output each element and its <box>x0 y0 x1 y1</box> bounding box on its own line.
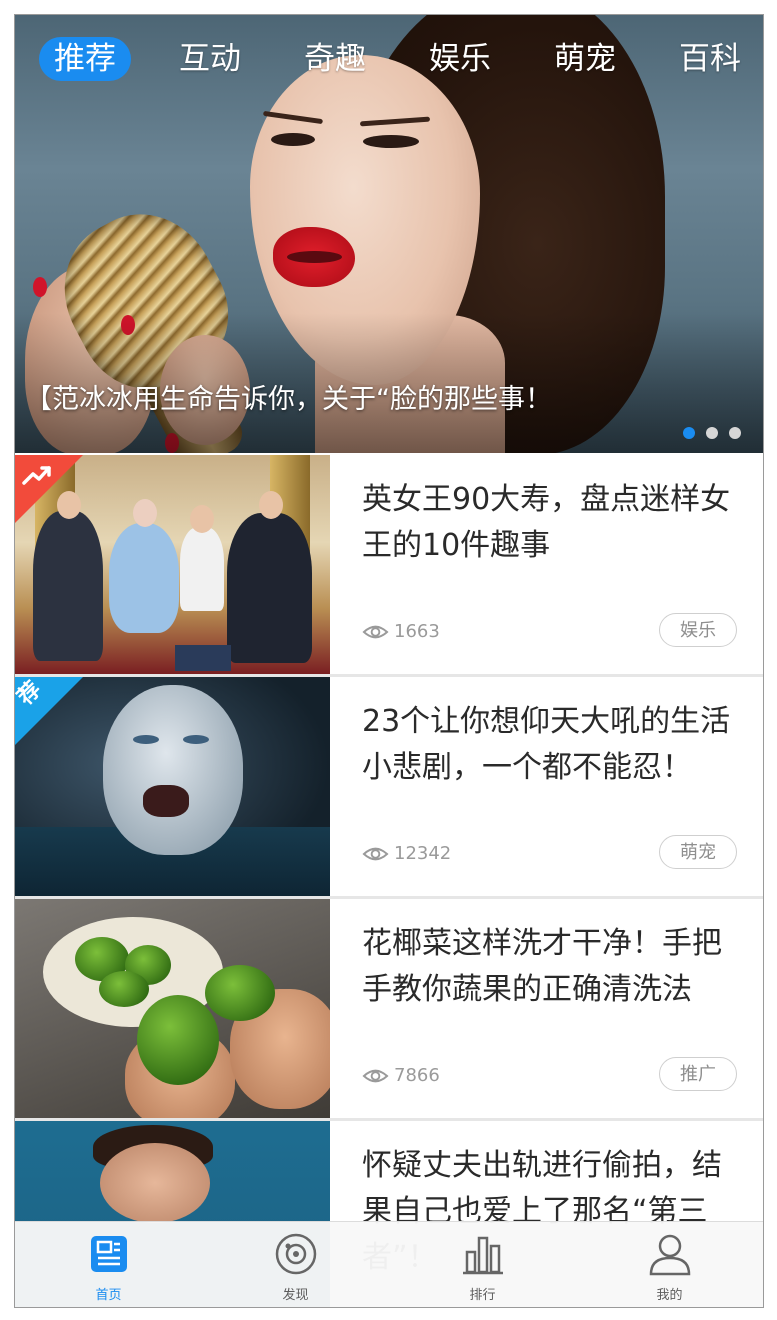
carousel-dot[interactable] <box>683 427 695 439</box>
app-screen: 推荐 互动 奇趣 娱乐 萌宠 百科 【范冰冰用生命告诉你，关于“脸的那些事！ 英… <box>14 14 764 1308</box>
article-title[interactable]: 23个让你想仰天大吼的生活小悲剧，一个都不能忍！ <box>362 699 747 791</box>
hero-banner[interactable]: 推荐 互动 奇趣 娱乐 萌宠 百科 【范冰冰用生命告诉你，关于“脸的那些事！ <box>15 15 763 453</box>
tab-pets[interactable]: 萌宠 <box>539 37 631 81</box>
carousel-dot[interactable] <box>729 427 741 439</box>
eye-icon <box>362 625 389 638</box>
tab-interact[interactable]: 互动 <box>164 37 256 81</box>
article-title[interactable]: 花椰菜这样洗才干净！手把手教你蔬果的正确清洗法 <box>362 921 747 1013</box>
view-count-value: 12342 <box>394 843 452 864</box>
news-icon <box>90 1236 127 1272</box>
article-list: 英女王90大寿，盘点迷样女王的10件趣事 1663 娱乐 荐 23个让你想仰天大… <box>15 455 763 1307</box>
category-tabs: 推荐 互动 奇趣 娱乐 萌宠 百科 <box>39 35 763 83</box>
nav-discover[interactable]: 发现 <box>202 1222 389 1307</box>
category-tag[interactable]: 萌宠 <box>659 835 737 869</box>
eye-icon <box>362 1069 389 1082</box>
view-count: 7866 <box>362 1065 440 1086</box>
article-thumbnail <box>15 899 330 1118</box>
tab-encyclopedia[interactable]: 百科 <box>664 37 756 81</box>
bottom-nav: 首页 发现 排行 我的 <box>15 1221 763 1307</box>
tab-funny[interactable]: 奇趣 <box>289 37 381 81</box>
view-count-value: 1663 <box>394 621 440 642</box>
eye-icon <box>362 847 389 860</box>
nav-ranking[interactable]: 排行 <box>389 1222 576 1307</box>
category-tag[interactable]: 娱乐 <box>659 613 737 647</box>
article-title[interactable]: 英女王90大寿，盘点迷样女王的10件趣事 <box>362 477 747 569</box>
user-icon <box>649 1234 690 1276</box>
broccoli-photo <box>15 899 330 1118</box>
tab-entertainment[interactable]: 娱乐 <box>414 37 506 81</box>
hero-caption[interactable]: 【范冰冰用生命告诉你，关于“脸的那些事！ <box>25 377 552 416</box>
view-count: 1663 <box>362 621 440 642</box>
trending-icon <box>22 466 51 485</box>
nav-label: 发现 <box>282 1288 309 1303</box>
carousel-dots <box>672 427 741 439</box>
nav-label: 首页 <box>95 1288 122 1303</box>
nav-label: 排行 <box>469 1288 496 1303</box>
hero-image-eye <box>271 133 315 146</box>
category-tag[interactable]: 推广 <box>659 1057 737 1091</box>
nav-home[interactable]: 首页 <box>15 1222 202 1307</box>
tab-recommend[interactable]: 推荐 <box>39 37 131 81</box>
hero-image-mouth <box>287 251 342 263</box>
nav-profile[interactable]: 我的 <box>576 1222 763 1307</box>
view-count: 12342 <box>362 843 451 864</box>
article-thumbnail: 荐 <box>15 677 330 896</box>
ranking-icon <box>462 1236 503 1275</box>
list-item[interactable]: 荐 23个让你想仰天大吼的生活小悲剧，一个都不能忍！ 12342 萌宠 <box>15 677 763 899</box>
list-item[interactable]: 花椰菜这样洗才干净！手把手教你蔬果的正确清洗法 7866 推广 <box>15 899 763 1121</box>
hero-image-nail <box>33 277 47 297</box>
nav-label: 我的 <box>656 1288 683 1303</box>
article-thumbnail <box>15 455 330 674</box>
hero-image-eye <box>363 135 419 148</box>
discover-icon <box>275 1233 316 1275</box>
list-item[interactable]: 英女王90大寿，盘点迷样女王的10件趣事 1663 娱乐 <box>15 455 763 677</box>
view-count-value: 7866 <box>394 1065 440 1086</box>
carousel-dot[interactable] <box>706 427 718 439</box>
